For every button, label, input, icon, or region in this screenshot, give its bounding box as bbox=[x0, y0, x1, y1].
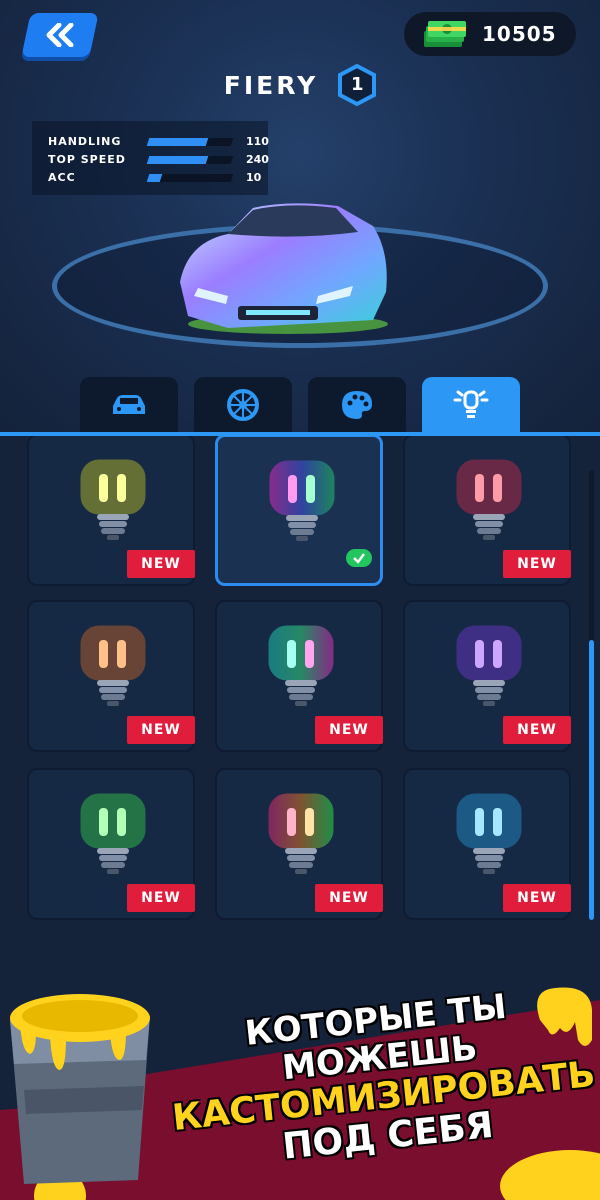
items-grid: NEW NEW NEW NEW NEW NEW NEW NEW bbox=[0, 436, 600, 1006]
stat-value: 110 bbox=[246, 135, 269, 148]
tab-lights[interactable] bbox=[422, 377, 520, 433]
currency-display: 10505 bbox=[404, 12, 576, 56]
tab-car-body[interactable] bbox=[80, 377, 178, 433]
yellow-bulb-icon bbox=[80, 459, 146, 540]
car-stats-panel: HANDLING 110 TOP SPEED 240 ACC 10 bbox=[32, 121, 269, 195]
stat-top-speed: TOP SPEED 240 bbox=[48, 153, 269, 167]
orange-bulb-icon bbox=[80, 625, 146, 706]
stat-bar bbox=[146, 174, 234, 182]
car-level-badge: 1 bbox=[338, 63, 377, 107]
selected-check-icon bbox=[346, 549, 372, 567]
scrollbar-thumb[interactable] bbox=[589, 640, 594, 920]
tab-paint[interactable] bbox=[308, 377, 406, 433]
stat-bar-fill bbox=[146, 138, 209, 146]
stat-handling: HANDLING 110 bbox=[48, 135, 269, 149]
car-title-row: FIERY 1 bbox=[0, 62, 600, 108]
rainbow-bulb-icon bbox=[269, 460, 335, 541]
car-level: 1 bbox=[350, 74, 364, 95]
sports-car-image bbox=[180, 203, 388, 334]
stat-bar-fill bbox=[146, 156, 209, 164]
new-badge: NEW bbox=[315, 884, 383, 912]
stat-label: TOP SPEED bbox=[48, 153, 126, 166]
new-badge: NEW bbox=[503, 716, 571, 744]
stat-value: 240 bbox=[246, 153, 269, 166]
stat-label: ACC bbox=[48, 171, 76, 184]
new-badge: NEW bbox=[127, 716, 195, 744]
tab-wheels[interactable] bbox=[194, 377, 292, 433]
item-card-blue-light[interactable]: NEW bbox=[403, 768, 571, 920]
item-card-rainbow-green-light[interactable]: NEW bbox=[215, 600, 383, 752]
new-badge: NEW bbox=[315, 716, 383, 744]
back-button[interactable] bbox=[21, 13, 99, 57]
currency-amount: 10505 bbox=[482, 22, 557, 46]
blue-bulb-icon bbox=[456, 793, 522, 874]
wheel-icon bbox=[227, 389, 259, 421]
double-chevron-left-icon bbox=[46, 23, 74, 47]
red-bulb-icon bbox=[456, 459, 522, 540]
item-card-purple-light[interactable]: NEW bbox=[403, 600, 571, 752]
stat-value: 10 bbox=[246, 171, 262, 184]
stat-label: HANDLING bbox=[48, 135, 122, 148]
purple-bulb-icon bbox=[456, 625, 522, 706]
car-icon bbox=[113, 395, 145, 414]
item-card-rainbow-warm-light[interactable]: NEW bbox=[215, 768, 383, 920]
customization-tabs bbox=[0, 377, 600, 435]
rainbow-warm-bulb-icon bbox=[268, 793, 334, 874]
light-bulb-icon bbox=[453, 390, 489, 418]
new-badge: NEW bbox=[503, 550, 571, 578]
stat-bar bbox=[146, 138, 234, 146]
item-card-green-light[interactable]: NEW bbox=[27, 768, 195, 920]
cash-stack-icon bbox=[424, 21, 466, 47]
paint-bucket-icon bbox=[10, 994, 150, 1184]
item-card-rainbow-light[interactable] bbox=[215, 436, 383, 586]
new-badge: NEW bbox=[503, 884, 571, 912]
item-card-yellow-light[interactable]: NEW bbox=[27, 436, 195, 586]
item-card-orange-light[interactable]: NEW bbox=[27, 600, 195, 752]
palette-icon bbox=[342, 391, 372, 419]
new-badge: NEW bbox=[127, 550, 195, 578]
rainbow-green-bulb-icon bbox=[268, 625, 334, 706]
green-bulb-icon bbox=[80, 793, 146, 874]
stat-bar-fill bbox=[146, 174, 162, 182]
car-name: FIERY bbox=[223, 70, 319, 100]
stat-acc: ACC 10 bbox=[48, 171, 262, 185]
item-card-red-light[interactable]: NEW bbox=[403, 436, 571, 586]
stat-bar bbox=[146, 156, 234, 164]
new-badge: NEW bbox=[127, 884, 195, 912]
